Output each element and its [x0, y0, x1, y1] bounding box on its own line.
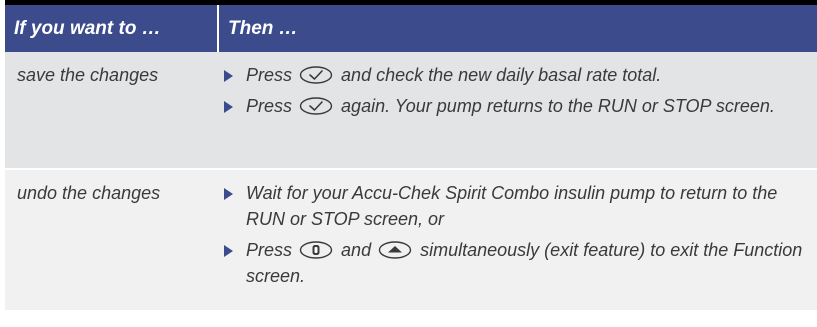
bullet-triangle-icon: [224, 70, 233, 82]
bullet-triangle-icon: [224, 101, 233, 113]
step-text-after: and check the new daily basal rate total…: [341, 65, 662, 85]
step-text-before: Press: [246, 240, 293, 260]
bullet-triangle-icon: [224, 245, 233, 257]
header-if-you-want-to: If you want to …: [5, 5, 218, 52]
step-text-before: Press: [246, 96, 293, 116]
then-cell: Wait for your Accu-Chek Spirit Combo ins…: [218, 169, 817, 310]
want-save-changes: save the changes: [5, 52, 218, 169]
ok-check-button-icon: [299, 66, 333, 84]
step-item: Wait for your Accu-Chek Spirit Combo ins…: [218, 180, 809, 232]
instruction-table: If you want to … Then … save the changes…: [5, 5, 817, 310]
step-list: Wait for your Accu-Chek Spirit Combo ins…: [218, 180, 809, 289]
want-undo-changes: undo the changes: [5, 169, 218, 310]
table-row: undo the changes Wait for your Accu-Chek…: [5, 169, 817, 310]
table-row: save the changes Press and check the new…: [5, 52, 817, 169]
ok-check-button-icon: [299, 97, 333, 115]
step-text-before: Press: [246, 65, 293, 85]
table-header-row: If you want to … Then …: [5, 5, 817, 52]
menu-key-icon: [299, 241, 333, 259]
step-item: Press and check the new daily basal rate…: [218, 62, 809, 88]
bullet-triangle-icon: [224, 188, 233, 200]
step-list: Press and check the new daily basal rate…: [218, 62, 809, 119]
step-text: Wait for your Accu-Chek Spirit Combo ins…: [246, 183, 778, 229]
step-text-after: again. Your pump returns to the RUN or S…: [341, 96, 775, 116]
up-arrow-key-icon: [378, 241, 412, 259]
step-item: Press and simultaneously (exit feature) …: [218, 237, 809, 289]
then-cell: Press and check the new daily basal rate…: [218, 52, 817, 169]
step-text-middle: and: [341, 240, 372, 260]
step-item: Press again. Your pump returns to the RU…: [218, 93, 809, 119]
header-then: Then …: [217, 5, 817, 52]
